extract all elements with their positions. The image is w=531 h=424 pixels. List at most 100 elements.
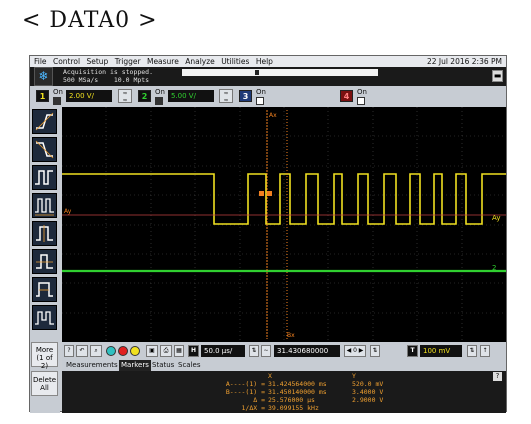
trigger-icon[interactable]: T: [407, 345, 418, 357]
marker-a-handle[interactable]: [259, 191, 264, 196]
pattern-trigger-icon[interactable]: [32, 305, 57, 330]
marker-b-x: 31.450140000 ms: [268, 388, 327, 396]
horizontal-icon[interactable]: H: [188, 345, 199, 357]
channel-1-settings-icon[interactable]: ≈ ≈: [118, 89, 132, 104]
channel-4-on-label: On: [357, 88, 367, 96]
run-control-icon[interactable]: ❄: [34, 67, 53, 86]
color-red-button[interactable]: [118, 346, 128, 356]
color-yellow-button[interactable]: [130, 346, 140, 356]
timeout-trigger-icon[interactable]: [32, 277, 57, 302]
tab-scales[interactable]: Scales: [176, 360, 202, 371]
menu-trigger[interactable]: Trigger: [115, 57, 141, 66]
delete-sub-label: All: [40, 384, 49, 392]
channel-2-settings-icon[interactable]: ≈ ≈: [219, 89, 233, 104]
graticule: [62, 107, 506, 342]
undo-icon[interactable]: ↶: [76, 345, 88, 357]
delay-nav-buttons[interactable]: ◀ 0 ▶: [344, 345, 366, 357]
channel-1-button[interactable]: 1: [36, 90, 49, 102]
markers-col-x: X: [268, 372, 272, 380]
page-title: < DATA0 >: [22, 8, 158, 33]
marker-a-label: A----(1) =: [225, 380, 265, 388]
marker-b-handle[interactable]: [267, 191, 272, 196]
delay-field[interactable]: 31.430680000 ms: [274, 345, 340, 367]
menu-control[interactable]: Control: [53, 57, 80, 66]
pulse-width-trigger-icon[interactable]: [32, 165, 57, 190]
menu-utilities[interactable]: Utilities: [221, 57, 249, 66]
acquisition-status-text: Acquisition is stopped.: [63, 68, 154, 76]
delay-ref-icon[interactable]: ∼: [261, 345, 271, 357]
timebase-field[interactable]: 50.0 µs/: [201, 345, 245, 357]
channel-1-scale[interactable]: 2.00 V/: [66, 90, 112, 102]
delete-all-button[interactable]: Delete All: [31, 371, 58, 396]
window-trigger-icon[interactable]: [32, 249, 57, 274]
zoom-icon[interactable]: ⌕: [90, 345, 102, 357]
channel-3-button[interactable]: 3: [239, 90, 252, 102]
print-icon[interactable]: ⎙: [160, 345, 172, 357]
rising-edge-trigger-icon[interactable]: [32, 109, 57, 134]
marker-delta-x: 25.576000 µs: [268, 396, 315, 404]
waveform-canvas[interactable]: Ax Bx Ay Ay 2: [62, 107, 506, 342]
datetime: 22 Jul 2016 2:36 PM: [426, 57, 502, 66]
channel-1-ground-marker[interactable]: Ay: [492, 214, 500, 222]
grid-icon[interactable]: ▦: [174, 345, 184, 357]
tab-markers[interactable]: Markers: [119, 360, 151, 371]
channel-bar: 1 On 2.00 V/ ≈ ≈ 2 On 5.00 V/ ≈ ≈ 3 On 4 O…: [30, 86, 506, 107]
channel-2-on[interactable]: On: [155, 88, 165, 105]
menu-analyze[interactable]: Analyze: [185, 57, 215, 66]
markers-help-button[interactable]: ?: [493, 372, 502, 381]
channel-4-on[interactable]: On: [357, 88, 367, 105]
channel-1-on[interactable]: On: [53, 88, 63, 105]
marker-ay-label: Ay: [64, 208, 72, 215]
trigger-slope-icon[interactable]: ↑: [480, 345, 490, 357]
memory-timeline[interactable]: [182, 69, 378, 76]
tool-sidebar: More (1 of 2) Delete All: [30, 107, 60, 413]
screenshot-icon[interactable]: ▣: [146, 345, 158, 357]
markers-col-y: Y: [352, 372, 356, 380]
channel-2-scale[interactable]: 5.00 V/: [168, 90, 214, 102]
more-page-label: (1 of 2): [36, 354, 53, 370]
marker-bx-label: Bx: [287, 332, 295, 339]
marker-a-x: 31.424564000 ms: [268, 380, 327, 388]
color-cyan-button[interactable]: [106, 346, 116, 356]
timebase-adjust-icon[interactable]: ⇅: [249, 345, 259, 357]
delete-label: Delete: [33, 376, 56, 384]
menu-file[interactable]: File: [34, 57, 47, 66]
acquisition-rate: 500 MSa/s 10.0 Mpts: [63, 76, 150, 84]
channel-2-button[interactable]: 2: [138, 90, 151, 102]
tab-status[interactable]: Status: [150, 360, 176, 371]
falling-edge-trigger-icon[interactable]: [32, 137, 57, 162]
minimize-button[interactable]: ▬: [492, 70, 503, 82]
menu-bar: File Control Setup Trigger Measure Analy…: [30, 56, 506, 67]
marker-delta-label: Δ =: [253, 396, 265, 404]
marker-ax-label: Ax: [269, 112, 277, 119]
setup-hold-trigger-icon[interactable]: [32, 193, 57, 218]
menu-measure[interactable]: Measure: [147, 57, 179, 66]
runt-trigger-icon[interactable]: [32, 221, 57, 246]
acquisition-status: Acquisition is stopped. 500 MSa/s 10.0 M…: [63, 68, 153, 84]
channel-2-ground-marker[interactable]: 2: [492, 264, 496, 272]
help-icon[interactable]: ?: [64, 345, 74, 357]
trigger-adjust-icon[interactable]: ⇅: [467, 345, 477, 357]
channel-3-on[interactable]: On: [256, 88, 266, 105]
marker-delta-y: 2.9000 V: [352, 396, 384, 404]
channel-4-button[interactable]: 4: [340, 90, 353, 102]
timeline-marker-icon: [255, 70, 259, 75]
marker-freq-x: 39.099155 kHz: [268, 404, 319, 412]
channel-4-checkbox[interactable]: [357, 97, 365, 105]
channel-2-on-label: On: [155, 88, 165, 96]
channel-1-on-label: On: [53, 88, 63, 96]
marker-b-y: 3.4000 V: [352, 388, 384, 396]
channel-3-checkbox[interactable]: [256, 97, 264, 105]
menu-help[interactable]: Help: [256, 57, 273, 66]
channel-2-checkbox[interactable]: [155, 97, 163, 105]
delay-adjust-icon[interactable]: ⇅: [370, 345, 380, 357]
acquisition-bar: ❄ Acquisition is stopped. 500 MSa/s 10.0…: [30, 67, 506, 86]
tab-measurements[interactable]: Measurements: [64, 360, 120, 371]
marker-b-label: B----(1) =: [225, 388, 265, 396]
more-tools-button[interactable]: More (1 of 2): [31, 342, 58, 370]
waveform-display[interactable]: Ax Bx Ay Ay 2: [62, 107, 506, 342]
channel-1-checkbox[interactable]: [53, 97, 61, 105]
trigger-level-field[interactable]: 100 mV: [420, 345, 462, 357]
menu-setup[interactable]: Setup: [86, 57, 108, 66]
info-tabs: Measurements Markers Status Scales: [62, 360, 506, 371]
